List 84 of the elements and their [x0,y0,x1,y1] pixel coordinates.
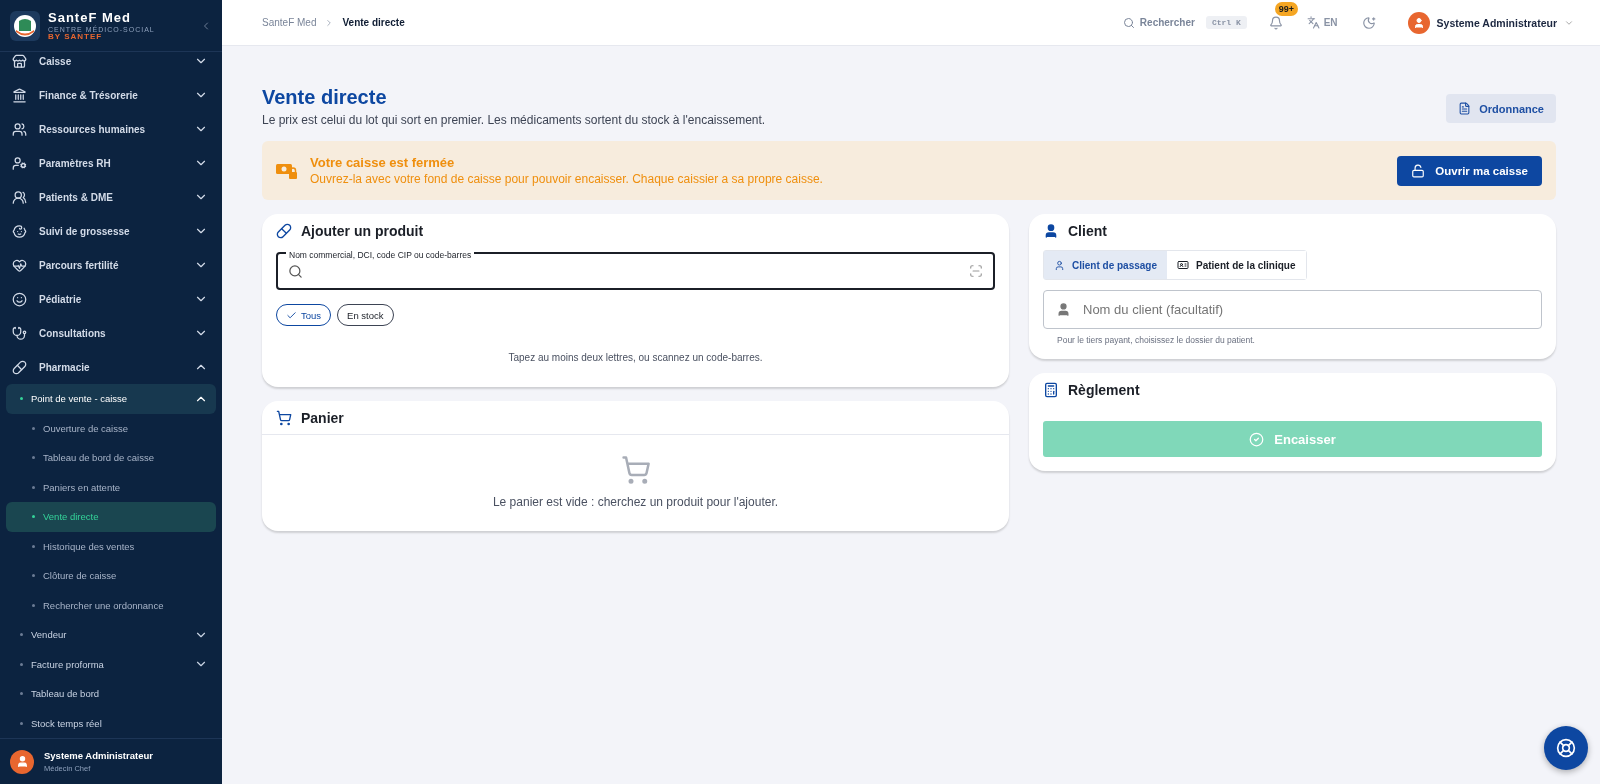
card-title: Règlement [1068,382,1140,398]
menu-icon [12,155,27,171]
person-icon [1043,223,1059,239]
cash-register-icon [1043,382,1059,398]
nav-subitem[interactable]: Vente directe [6,502,216,532]
barcode-scan-icon[interactable] [969,264,983,278]
bell-icon [1268,15,1283,30]
nav-item[interactable]: Patients & DME [6,180,216,214]
filter-chip[interactable]: Tous [276,304,332,326]
nav-item[interactable]: Paramètres RH [6,146,216,180]
empty-cart-message: Le panier est vide : cherchez un produit pour l'ajouter. [492,495,779,509]
search-button[interactable]: Rechercher Ctrl K [1116,15,1253,30]
menu-icon [12,291,27,307]
nav-item[interactable]: Finance & Trésorerie [6,78,216,112]
notification-badge: 99+ [1274,1,1298,16]
menu-icon [12,325,27,341]
menu-icon [12,359,27,375]
document-icon [1458,102,1472,115]
card-title: Ajouter un produit [301,223,424,239]
id-card-icon [1177,259,1190,271]
shortcut-key: Ctrl K [1205,16,1247,29]
menu-icon [12,121,27,137]
nav-subitem[interactable]: Historique des ventes [6,531,216,561]
nav-subitem[interactable]: Point de vente - caisse [6,384,216,414]
cash-lock-icon [276,162,298,179]
nav-item[interactable]: Suivi de grossesse [6,214,216,248]
menu-icon [12,223,27,239]
card-title: Client [1068,223,1107,239]
filter-chip[interactable]: En stock [337,304,394,326]
empty-cart-icon [620,455,651,485]
breadcrumb-item[interactable]: SanteF Med [262,17,317,28]
help-button[interactable] [1544,726,1588,770]
client-type-tab[interactable]: Client de passage [1044,251,1168,279]
nav-subitem[interactable]: Clôture de caisse [6,561,216,591]
nav-item[interactable]: Pharmacie [6,350,216,384]
page-subtitle: Le prix est celui du lot qui sort en premier. Les médicaments sortent du stock à l'encaissement. [262,113,766,127]
unlock-icon [1411,163,1426,178]
person-icon [1056,302,1071,317]
brand-name: SanteF Med [48,10,132,24]
client-name-input[interactable]: Nom du client (facultatif) [1081,301,1529,318]
menu-icon [12,189,27,205]
nav-item[interactable]: Caisse [6,44,216,78]
moon-icon [1361,15,1376,30]
alert-title: Votre caisse est fermée [310,155,456,170]
nav-item[interactable]: Pédiatrie [6,282,216,316]
logo-icon [10,10,40,41]
ordonnance-button[interactable]: Ordonnance [1446,94,1556,123]
person-icon [15,755,29,768]
user-menu[interactable]: Systeme Administrateur [1401,10,1580,35]
pill-icon [276,223,292,239]
search-icon [1122,16,1135,29]
menu-icon [12,257,27,273]
alert-message: Ouvrez-la avec votre fond de caisse pour pouvoir encaisser. Chaque caissier a sa propre caisse. [310,172,824,186]
nav-subitem[interactable]: Ouverture de caisse [6,413,216,443]
card-title: Panier [301,409,344,426]
nav-subitem[interactable]: Facture proforma [6,649,216,679]
nav-item[interactable]: Parcours fertilité [6,248,216,282]
nav-subitem[interactable]: Tableau de bord de caisse [6,443,216,473]
translate-icon [1306,16,1320,29]
client-name-field[interactable]: Nom du client (facultatif) [1043,290,1542,329]
nav-subitem[interactable]: Tableau de bord [6,679,216,709]
menu-icon [12,87,27,103]
open-register-button[interactable]: Ouvrir ma caisse [1397,155,1542,186]
nav-subitem[interactable]: Paniers en attente [6,472,216,502]
cart-icon [276,409,292,426]
person-icon [1054,259,1065,271]
menu-icon [12,53,27,69]
user-name: Systeme Administrateur [44,750,153,761]
brand-tagline: BY SANTEF [48,32,103,41]
client-help-text: Pour le tiers payant, choisissez le dossier du patient. [1057,335,1256,345]
field-label: Nom commercial, DCI, code CIP ou code-barres [286,250,475,261]
person-icon [1412,16,1425,29]
search-icon [288,263,303,279]
check-circle-icon [1249,431,1265,447]
nav-item[interactable]: Consultations [6,316,216,350]
check-icon [286,309,297,321]
nav-subitem[interactable]: Stock temps réel [6,708,216,738]
nav-subitem[interactable]: Rechercher une ordonnance [6,590,216,620]
breadcrumb-item: Vente directe [342,17,405,28]
page-title: Vente directe [262,86,388,109]
nav-subitem[interactable]: Vendeur [6,620,216,650]
search-hint: Tapez au moins deux lettres, ou scannez un code-barres. [507,352,764,363]
nav-item[interactable]: Ressources humaines [6,112,216,146]
lifebuoy-icon [1556,738,1576,758]
